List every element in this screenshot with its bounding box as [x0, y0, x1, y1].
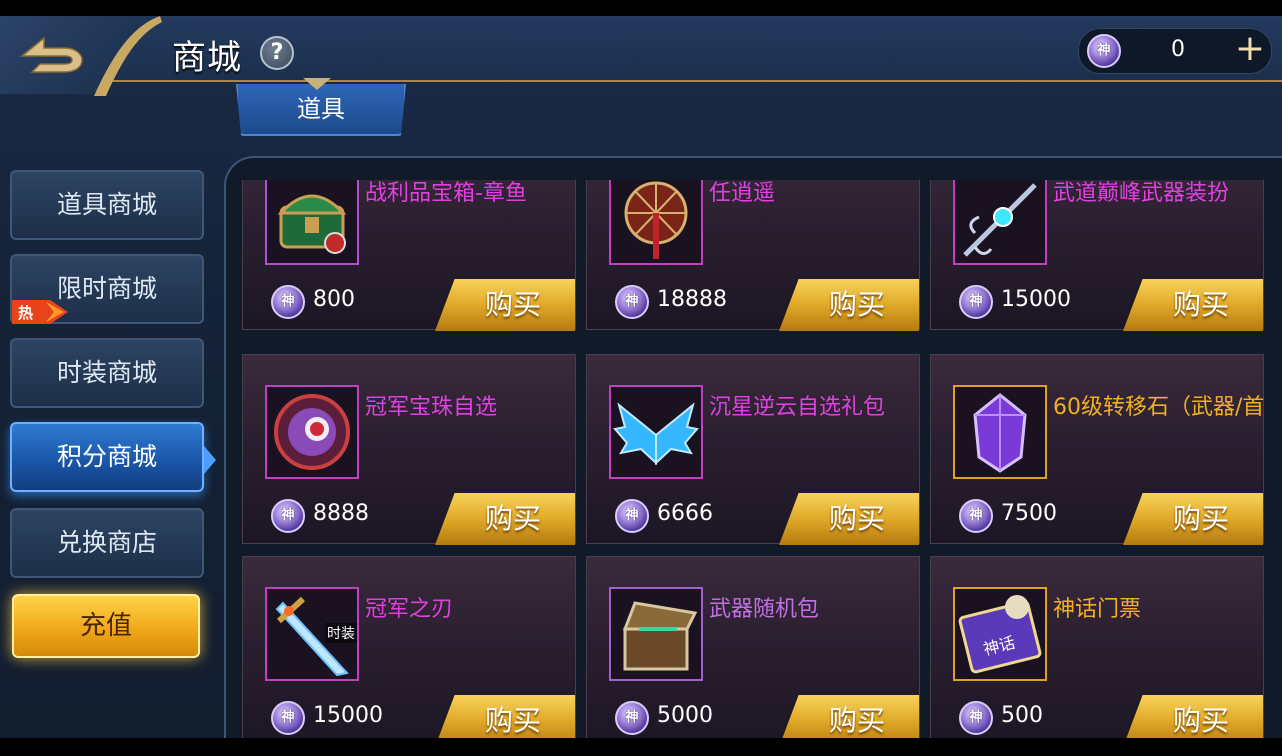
shop-item-card[interactable]: 时装 冠军之刃 神 15000 购买 [242, 556, 576, 738]
item-price: 500 [1001, 703, 1043, 728]
item-icon-frame: 时装 [265, 587, 359, 681]
item-icon-frame [609, 385, 703, 479]
shop-screen: 商城 ? 神 0 + 道具 道具商城 限时商城 热 时装商城 积分商城 兑换商店… [0, 16, 1282, 738]
myth-coin-icon: 神 [271, 701, 305, 735]
shop-item-card[interactable]: 60级转移石（武器/首 神 7500 购买 [930, 354, 1265, 545]
back-arrow-icon[interactable] [18, 30, 88, 74]
item-price: 15000 [1001, 287, 1071, 312]
myth-coin-icon: 神 [271, 285, 305, 319]
item-price: 800 [313, 287, 355, 312]
buy-button[interactable]: 购买 [435, 493, 575, 545]
shop-item-card[interactable]: 战利品宝箱-章鱼 神 800 购买 [242, 180, 576, 331]
item-price: 15000 [313, 703, 383, 728]
shop-item-card[interactable]: 武道巅峰武器装扮 神 15000 购买 [930, 180, 1264, 331]
item-icon-frame: 神话 [953, 587, 1047, 681]
buy-button[interactable]: 购买 [1123, 279, 1263, 331]
currency-display: 神 0 + [1078, 28, 1272, 74]
item-price: 8888 [313, 501, 369, 526]
help-icon[interactable]: ? [260, 36, 294, 70]
page-title: 商城 [172, 38, 242, 78]
buy-button[interactable]: 购买 [779, 279, 919, 331]
sidebar-item-props-mall[interactable]: 道具商城 [10, 170, 204, 240]
recharge-button[interactable]: 充值 [12, 594, 200, 658]
ticket-icon: 神话 [958, 595, 1042, 674]
buy-button[interactable]: 购买 [779, 493, 919, 545]
tab-indicator-icon [303, 78, 331, 90]
myth-coin-icon: 神 [959, 701, 993, 735]
item-grid[interactable]: 战利品宝箱-章鱼 神 800 购买 任逍遥 神 18888 购买 武道巅峰武器装… [240, 180, 1282, 738]
fashion-tag: 时装 [325, 623, 357, 643]
buy-button[interactable]: 购买 [779, 695, 919, 738]
hot-badge-text: 热 [18, 304, 33, 322]
buy-button[interactable]: 购买 [1123, 695, 1263, 738]
item-name: 冠军之刃 [365, 597, 454, 622]
crystal-icon [973, 393, 1027, 473]
item-price: 6666 [657, 501, 713, 526]
myth-coin-icon: 神 [959, 499, 993, 533]
shop-item-card[interactable]: 任逍遥 神 18888 购买 [586, 180, 920, 331]
item-price: 5000 [657, 703, 713, 728]
item-icon-frame [953, 180, 1047, 265]
treasure-chest-icon [277, 194, 347, 254]
staff-weapon-icon [963, 183, 1037, 257]
item-icon-frame [609, 587, 703, 681]
item-icon-frame [609, 180, 703, 265]
hot-flame-icon: 热 [12, 300, 68, 324]
item-name: 任逍遥 [709, 181, 776, 206]
orb-icon [274, 394, 350, 470]
umbrella-weapon-icon [624, 181, 688, 259]
item-icon-frame [265, 385, 359, 479]
bottom-bar [0, 738, 1282, 756]
item-name: 冠军宝珠自选 [365, 395, 498, 420]
add-currency-icon[interactable]: + [1233, 31, 1267, 69]
item-icon-frame [953, 385, 1047, 479]
shop-item-card[interactable]: 武器随机包 神 5000 购买 [586, 556, 920, 738]
item-name: 60级转移石（武器/首 [1053, 395, 1265, 420]
active-indicator-icon [204, 446, 216, 474]
myth-coin-icon: 神 [1087, 34, 1121, 68]
item-name: 战利品宝箱-章鱼 [365, 181, 527, 206]
myth-coin-icon: 神 [615, 701, 649, 735]
myth-coin-icon: 神 [615, 285, 649, 319]
item-icon-frame [265, 180, 359, 265]
shop-item-card[interactable]: 神话 神话门票 神 500 购买 [930, 556, 1264, 738]
buy-button[interactable]: 购买 [435, 695, 575, 738]
currency-value: 0 [1171, 37, 1185, 62]
myth-coin-icon: 神 [271, 499, 305, 533]
sidebar-item-fashion-mall[interactable]: 时装商城 [10, 338, 204, 408]
chest-icon [622, 601, 698, 671]
sidebar-item-points-mall[interactable]: 积分商城 [10, 422, 204, 492]
item-name: 沉星逆云自选礼包 [709, 395, 886, 420]
buy-button[interactable]: 购买 [1123, 493, 1263, 545]
wings-icon [613, 402, 699, 466]
buy-button[interactable]: 购买 [435, 279, 575, 331]
item-name: 神话门票 [1053, 597, 1142, 622]
sidebar-item-exchange-shop[interactable]: 兑换商店 [10, 508, 204, 578]
item-name: 武器随机包 [709, 597, 820, 622]
item-price: 18888 [657, 287, 727, 312]
myth-coin-icon: 神 [959, 285, 993, 319]
shop-item-card[interactable]: 沉星逆云自选礼包 神 6666 购买 [586, 354, 920, 545]
item-price: 7500 [1001, 501, 1057, 526]
shop-item-card[interactable]: 冠军宝珠自选 神 8888 购买 [242, 354, 576, 545]
tab-props[interactable]: 道具 [236, 84, 406, 136]
item-name: 武道巅峰武器装扮 [1053, 181, 1230, 206]
myth-coin-icon: 神 [615, 499, 649, 533]
